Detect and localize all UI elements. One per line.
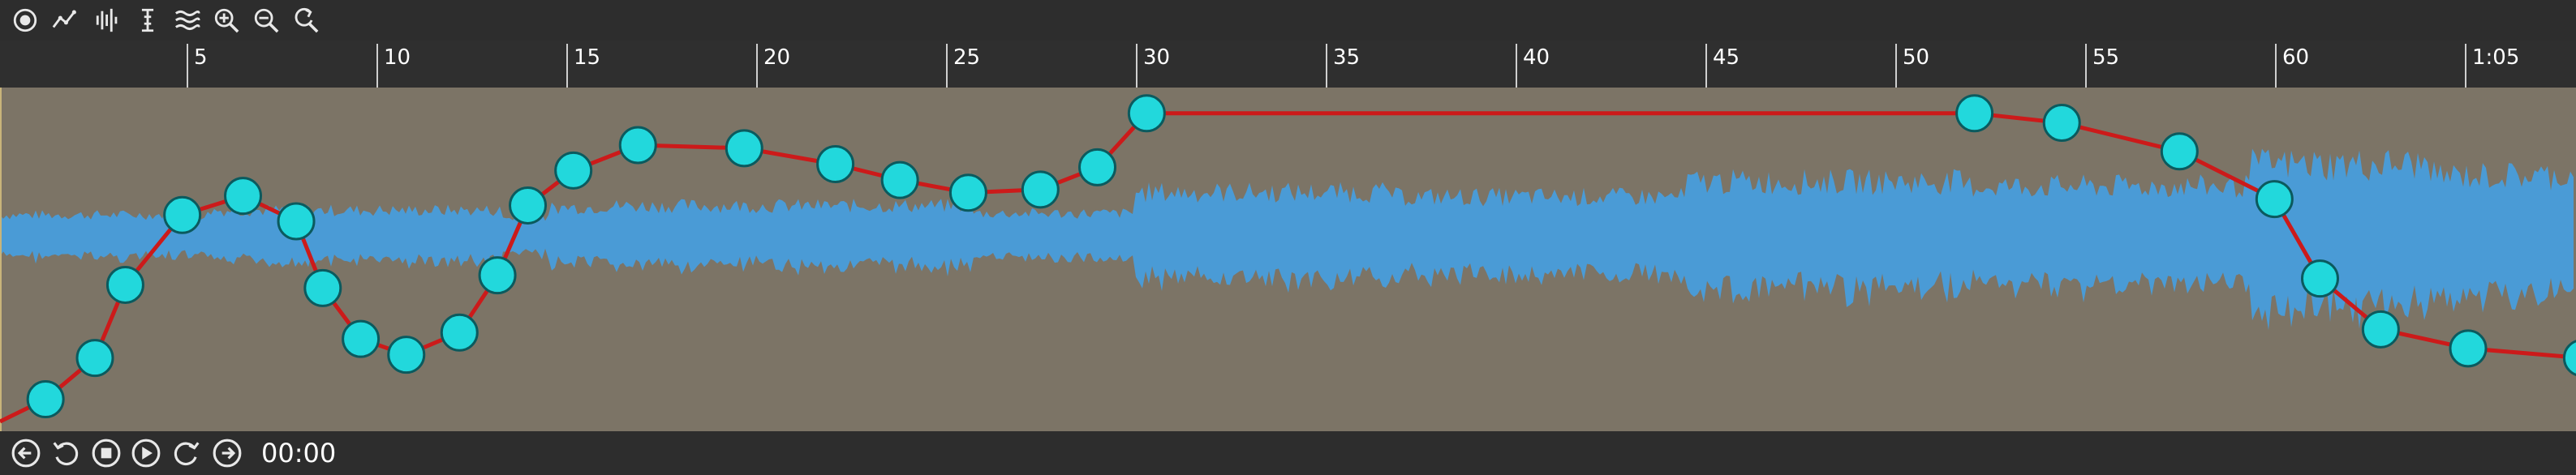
zoom-in-button[interactable] bbox=[209, 3, 243, 37]
multi-tool-button[interactable] bbox=[91, 3, 125, 37]
zoom-in-icon bbox=[214, 8, 239, 33]
envelope-point[interactable] bbox=[1078, 148, 1117, 186]
envelope-point[interactable] bbox=[880, 160, 919, 199]
multi-tool-icon bbox=[96, 8, 118, 32]
envelope-point[interactable] bbox=[342, 319, 381, 358]
fast-forward-button[interactable] bbox=[170, 437, 203, 469]
waveform-view-button[interactable] bbox=[170, 3, 204, 37]
skip-to-end-icon bbox=[213, 439, 242, 468]
skip-to-end-button[interactable] bbox=[211, 437, 243, 469]
envelope-point[interactable] bbox=[816, 144, 855, 183]
time-readout: 00:00 bbox=[261, 438, 337, 469]
text-cursor-tool-button[interactable] bbox=[131, 3, 165, 37]
envelope-point[interactable] bbox=[1955, 94, 1994, 133]
envelope-point[interactable] bbox=[163, 195, 202, 234]
play-icon bbox=[131, 439, 161, 468]
waveform-canvas[interactable] bbox=[0, 88, 2576, 431]
envelope-point[interactable] bbox=[554, 151, 593, 190]
envelope-point[interactable] bbox=[618, 126, 657, 165]
text-cursor-tool-icon bbox=[141, 8, 154, 32]
envelope-point[interactable] bbox=[948, 173, 987, 212]
envelope-point[interactable] bbox=[2300, 259, 2339, 298]
ruler-label: 60 bbox=[2282, 45, 2310, 70]
select-tool-icon bbox=[13, 8, 37, 32]
envelope-tool-button[interactable] bbox=[48, 3, 82, 37]
audio-envelope-editor: 5 10 15 20 25 30 35 40 45 50 55 60 1:05 bbox=[0, 0, 2576, 475]
stop-icon bbox=[92, 439, 121, 468]
toolbar bbox=[0, 0, 2576, 41]
ruler-label: 5 bbox=[194, 45, 208, 70]
envelope-point[interactable] bbox=[277, 202, 316, 241]
envelope-point[interactable] bbox=[478, 256, 517, 295]
ruler-label: 40 bbox=[1523, 45, 1550, 70]
envelope-point[interactable] bbox=[509, 186, 548, 225]
envelope-point[interactable] bbox=[725, 129, 763, 168]
envelope-point[interactable] bbox=[75, 339, 114, 378]
envelope-point[interactable] bbox=[224, 177, 263, 216]
ruler-label: 55 bbox=[2092, 45, 2120, 70]
envelope-point[interactable] bbox=[1021, 170, 1060, 209]
rewind-button[interactable] bbox=[49, 437, 82, 469]
fast-forward-icon bbox=[174, 442, 200, 466]
ruler-label: 1:05 bbox=[2472, 45, 2520, 70]
envelope-tool-icon bbox=[52, 10, 76, 28]
rewind-icon bbox=[53, 442, 79, 466]
play-button[interactable] bbox=[130, 437, 162, 469]
time-ruler[interactable]: 5 10 15 20 25 30 35 40 45 50 55 60 1:05 bbox=[0, 41, 2576, 88]
envelope-point[interactable] bbox=[2255, 180, 2294, 219]
ruler-label: 50 bbox=[1903, 45, 1930, 70]
ruler-label: 45 bbox=[1713, 45, 1740, 70]
zoom-out-icon bbox=[254, 8, 279, 33]
skip-to-start-icon bbox=[11, 439, 41, 468]
transport-bar: 00:00 bbox=[0, 431, 2576, 475]
envelope-point[interactable] bbox=[2361, 310, 2400, 349]
waveform-track[interactable] bbox=[0, 88, 2576, 431]
envelope-point[interactable] bbox=[387, 336, 426, 374]
zoom-reset-icon bbox=[295, 7, 319, 33]
waveform-view-icon bbox=[174, 10, 200, 31]
ruler-label: 30 bbox=[1143, 45, 1171, 70]
envelope-point[interactable] bbox=[2160, 132, 2199, 171]
envelope-point[interactable] bbox=[440, 313, 479, 352]
ruler-label: 10 bbox=[384, 45, 411, 70]
ruler-label: 25 bbox=[953, 45, 981, 70]
stop-button[interactable] bbox=[90, 437, 123, 469]
select-tool-button[interactable] bbox=[8, 3, 42, 37]
ruler-label: 20 bbox=[763, 45, 791, 70]
envelope-point[interactable] bbox=[105, 265, 144, 304]
envelope-point[interactable] bbox=[1127, 94, 1166, 133]
envelope-point[interactable] bbox=[2449, 329, 2488, 368]
zoom-reset-button[interactable] bbox=[289, 3, 323, 37]
envelope-point[interactable] bbox=[2042, 104, 2081, 143]
skip-to-start-button[interactable] bbox=[10, 437, 42, 469]
ruler-label: 35 bbox=[1333, 45, 1361, 70]
ruler-label: 15 bbox=[574, 45, 601, 70]
zoom-out-button[interactable] bbox=[249, 3, 283, 37]
envelope-point[interactable] bbox=[26, 380, 65, 419]
envelope-point[interactable] bbox=[303, 268, 342, 307]
